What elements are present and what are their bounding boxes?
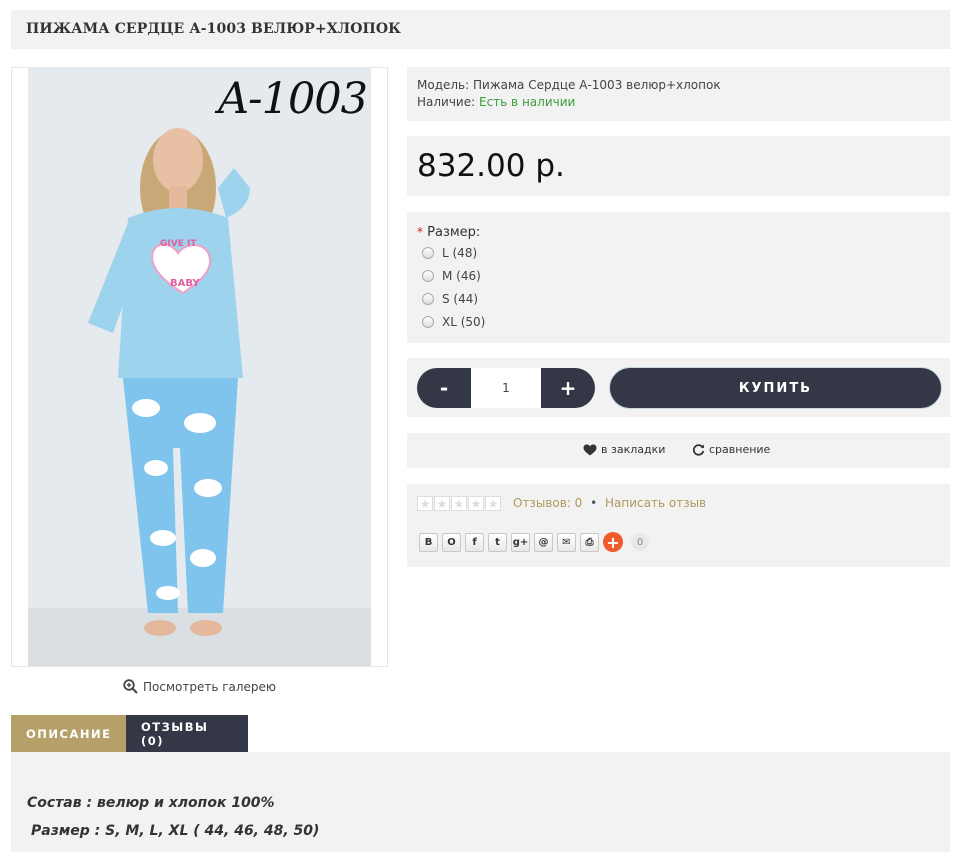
- size-option-label: XL (50): [442, 315, 486, 329]
- share-count: 0: [631, 533, 649, 551]
- size-label: * Размер:: [417, 225, 480, 240]
- add-to-wishlist-link[interactable]: в закладки: [583, 443, 665, 456]
- mailru-share-icon[interactable]: @: [534, 532, 553, 552]
- star-empty-icon: ★: [485, 496, 501, 511]
- reviews-separator: •: [590, 496, 598, 510]
- page-title: ПИЖАМА СЕРДЦЕ А-1003 ВЕЛЮР+ХЛОПОК: [26, 21, 401, 37]
- star-empty-icon: ★: [468, 496, 484, 511]
- price-panel: 832.00 р.: [407, 136, 950, 196]
- product-image-label: A-1003: [218, 74, 368, 124]
- actions-panel: в закладки сравнение: [407, 433, 950, 468]
- availability-value: Есть в наличии: [479, 95, 576, 109]
- odnoklassniki-share-icon[interactable]: О: [442, 532, 461, 552]
- quantity-input[interactable]: 1: [471, 368, 541, 408]
- model-row: Модель: Пижама Сердце А-1003 велюр+хлопо…: [417, 78, 721, 92]
- model-figure-illustration: GIVE IT BABY: [28, 68, 371, 666]
- tab-description[interactable]: ОПИСАНИЕ: [11, 715, 126, 752]
- size-label-text: Размер:: [427, 225, 481, 240]
- product-tabs: ОПИСАНИЕ ОТЗЫВЫ (0): [11, 715, 248, 752]
- model-label: Модель:: [417, 78, 470, 92]
- size-radio-l[interactable]: [422, 247, 434, 259]
- share-buttons: В О f t g+ @ ✉ ⎙ + 0: [419, 532, 649, 552]
- tab-reviews[interactable]: ОТЗЫВЫ (0): [126, 715, 248, 752]
- view-gallery-link[interactable]: Посмотреть галерею: [123, 679, 276, 694]
- size-radio-m[interactable]: [422, 270, 434, 282]
- rating-stars: ★ ★ ★ ★ ★: [417, 496, 501, 511]
- star-empty-icon: ★: [434, 496, 450, 511]
- model-value: Пижама Сердце А-1003 велюр+хлопок: [473, 78, 721, 92]
- write-review-link[interactable]: Написать отзыв: [605, 496, 706, 510]
- buy-button[interactable]: КУПИТЬ: [609, 367, 942, 409]
- more-share-icon[interactable]: +: [603, 532, 623, 552]
- refresh-icon: [692, 444, 705, 456]
- size-radio-xl[interactable]: [422, 316, 434, 328]
- facebook-share-icon[interactable]: f: [465, 532, 484, 552]
- zoom-in-icon: [123, 679, 138, 694]
- product-price: 832.00 р.: [417, 148, 565, 184]
- size-radio-s[interactable]: [422, 293, 434, 305]
- print-icon[interactable]: ⎙: [580, 532, 599, 552]
- star-empty-icon: ★: [451, 496, 467, 511]
- product-photo[interactable]: GIVE IT BABY A-1003: [28, 68, 371, 666]
- description-panel: Состав : велюр и хлопок 100% Размер : S,…: [11, 752, 950, 852]
- size-option-s[interactable]: S (44): [422, 292, 478, 306]
- rating-share-panel: ★ ★ ★ ★ ★ Отзывов: 0 • Написать отзыв В …: [407, 484, 950, 567]
- compare-label: сравнение: [709, 443, 771, 456]
- buy-panel: - 1 + КУПИТЬ: [407, 358, 950, 417]
- product-image-box[interactable]: GIVE IT BABY A-1003: [11, 67, 388, 667]
- wishlist-label: в закладки: [601, 443, 666, 456]
- required-mark: *: [417, 225, 423, 239]
- size-option-m[interactable]: M (46): [422, 269, 481, 283]
- product-title-bar: ПИЖАМА СЕРДЦЕ А-1003 ВЕЛЮР+ХЛОПОК: [11, 10, 950, 49]
- vkontakte-share-icon[interactable]: В: [419, 532, 438, 552]
- description-sizes: Размер : S, M, L, XL ( 44, 46, 48, 50): [31, 823, 320, 839]
- svg-text:BABY: BABY: [170, 278, 200, 289]
- google-plus-share-icon[interactable]: g+: [511, 532, 530, 552]
- star-empty-icon: ★: [417, 496, 433, 511]
- availability-row: Наличие: Есть в наличии: [417, 95, 575, 109]
- size-option-label: L (48): [442, 246, 478, 260]
- size-options-panel: * Размер: L (48) M (46) S (44) XL (50): [407, 212, 950, 343]
- description-composition: Состав : велюр и хлопок 100%: [27, 795, 275, 811]
- svg-text:GIVE IT: GIVE IT: [160, 239, 197, 249]
- heart-icon: [583, 444, 597, 455]
- view-gallery-label: Посмотреть галерею: [143, 679, 277, 694]
- quantity-increase-button[interactable]: +: [541, 368, 595, 408]
- size-option-label: S (44): [442, 292, 479, 306]
- reviews-row: Отзывов: 0 • Написать отзыв: [513, 496, 706, 510]
- product-info-panel: Модель: Пижама Сердце А-1003 велюр+хлопо…: [407, 67, 950, 121]
- twitter-share-icon[interactable]: t: [488, 532, 507, 552]
- email-share-icon[interactable]: ✉: [557, 532, 576, 552]
- size-option-xl[interactable]: XL (50): [422, 315, 485, 329]
- size-option-label: M (46): [442, 269, 481, 283]
- availability-label: Наличие:: [417, 95, 476, 109]
- add-to-compare-link[interactable]: сравнение: [692, 443, 770, 456]
- size-option-l[interactable]: L (48): [422, 246, 477, 260]
- quantity-decrease-button[interactable]: -: [417, 368, 471, 408]
- reviews-count-link[interactable]: Отзывов: 0: [513, 496, 582, 510]
